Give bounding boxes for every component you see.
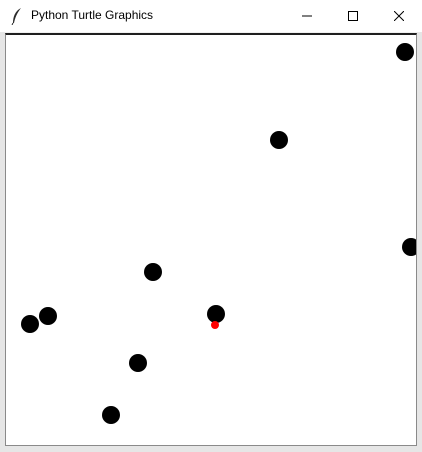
maximize-icon bbox=[348, 11, 358, 21]
turtle-icon bbox=[211, 321, 219, 329]
minimize-button[interactable] bbox=[284, 0, 330, 32]
black-dot bbox=[21, 315, 39, 333]
turtle-canvas-area[interactable] bbox=[5, 33, 417, 446]
close-button[interactable] bbox=[376, 0, 422, 32]
turtle-window: Python Turtle Graphics bbox=[0, 0, 422, 452]
title-bar[interactable]: Python Turtle Graphics bbox=[0, 0, 422, 32]
minimize-icon bbox=[302, 11, 312, 21]
black-dot bbox=[39, 307, 57, 325]
black-dot bbox=[144, 263, 162, 281]
window-title: Python Turtle Graphics bbox=[31, 8, 154, 22]
feather-icon bbox=[10, 7, 24, 26]
close-icon bbox=[394, 11, 404, 21]
black-dot bbox=[402, 238, 416, 256]
window-bottom-border bbox=[0, 446, 422, 452]
black-dot bbox=[207, 305, 225, 323]
window-right-border bbox=[417, 32, 422, 452]
black-dot bbox=[129, 354, 147, 372]
black-dot bbox=[396, 43, 414, 61]
black-dot bbox=[270, 131, 288, 149]
maximize-button[interactable] bbox=[330, 0, 376, 32]
turtle-canvas[interactable] bbox=[6, 35, 417, 446]
black-dot bbox=[102, 406, 120, 424]
